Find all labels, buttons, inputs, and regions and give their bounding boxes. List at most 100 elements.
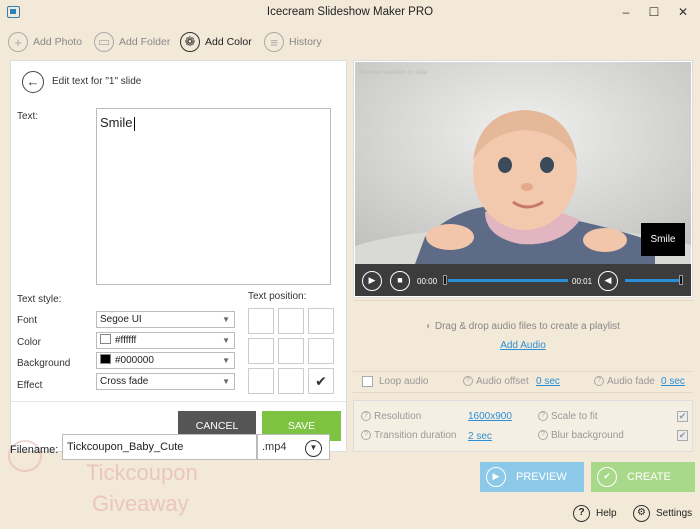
maximize-button[interactable]: ☐	[646, 4, 662, 20]
help-button[interactable]: ? Help	[573, 504, 617, 522]
palette-icon: ❁	[180, 32, 200, 52]
position-top-center[interactable]	[278, 308, 304, 334]
help-icon: ?	[538, 430, 548, 441]
blur-background-text: Blur background	[551, 430, 624, 441]
color-value: #ffffff	[115, 335, 137, 346]
preview-caption: Preview transition to slide	[359, 70, 428, 76]
back-arrow-icon[interactable]: ←	[22, 71, 44, 93]
history-label: History	[289, 36, 322, 48]
font-select[interactable]: Segoe UI ▼	[96, 311, 235, 328]
settings-label: Settings	[656, 507, 693, 519]
plus-icon: +	[8, 32, 28, 52]
preview-label: PREVIEW	[516, 471, 567, 483]
help-label: Help	[596, 507, 617, 519]
resolution-value[interactable]: 1600x900	[468, 411, 512, 422]
effect-label: Effect	[17, 380, 43, 391]
audio-fade-value[interactable]: 0 sec	[661, 376, 685, 387]
transition-duration-value[interactable]: 2 sec	[468, 431, 492, 442]
close-button[interactable]: ✕	[675, 4, 691, 20]
transition-duration-text: Transition duration	[374, 430, 457, 441]
gear-icon: ⚙	[633, 504, 650, 522]
extension-value: .mp4	[262, 441, 287, 453]
effect-value: Cross fade	[100, 376, 149, 387]
color-select[interactable]: #ffffff ▼	[96, 332, 235, 349]
output-settings-panel	[353, 400, 693, 452]
position-middle-center[interactable]	[278, 338, 304, 364]
add-photo-button[interactable]: + Add Photo	[8, 30, 82, 54]
text-position-label: Text position:	[248, 291, 307, 302]
minimize-button[interactable]: –	[618, 4, 634, 20]
play-icon[interactable]: ▶	[362, 271, 382, 291]
volume-icon[interactable]: ◀	[598, 271, 618, 291]
slide-text-input[interactable]: Smile	[96, 108, 331, 285]
volume-handle[interactable]	[679, 275, 683, 285]
font-label: Font	[17, 315, 38, 326]
audio-icon: ◐	[426, 321, 435, 332]
text-style-label: Text style:	[17, 294, 62, 305]
time-start: 00:00	[417, 277, 438, 286]
audio-fade-label: ? Audio fade	[594, 376, 655, 387]
settings-button[interactable]: ⚙ Settings	[633, 504, 692, 522]
create-button[interactable]: ✔ CREATE	[591, 462, 695, 492]
chevron-down-icon: ▼	[222, 315, 230, 324]
position-bottom-center[interactable]	[278, 368, 304, 394]
preview-button[interactable]: ▶ PREVIEW	[480, 462, 584, 492]
stop-icon[interactable]: ■	[390, 271, 410, 291]
position-top-right[interactable]	[308, 308, 334, 334]
scale-to-fit-checkbox[interactable]: ✔	[677, 411, 688, 422]
effect-select[interactable]: Cross fade ▼	[96, 373, 235, 390]
help-icon: ?	[538, 411, 548, 422]
chevron-down-icon: ▼	[222, 336, 230, 345]
slide-text-value: Smile	[100, 115, 133, 130]
position-middle-left[interactable]	[248, 338, 274, 364]
add-color-label: Add Color	[205, 36, 252, 48]
filename-input[interactable]	[62, 434, 257, 460]
add-color-button[interactable]: ❁ Add Color	[180, 30, 252, 54]
audio-drop-hint: ◐ Drag & drop audio files to create a pl…	[353, 321, 693, 332]
position-bottom-right[interactable]: ✔	[308, 368, 334, 394]
add-folder-button[interactable]: ▭ Add Folder	[94, 30, 170, 54]
add-photo-label: Add Photo	[33, 36, 83, 48]
resolution-text: Resolution	[374, 411, 422, 422]
help-icon: ?	[361, 430, 371, 441]
audio-drop-zone[interactable]	[353, 300, 693, 368]
font-value: Segoe UI	[100, 314, 142, 325]
audio-offset-value[interactable]: 0 sec	[536, 376, 560, 387]
audio-offset-label: ? Audio offset	[463, 376, 529, 387]
text-caret	[133, 116, 135, 131]
seek-bar[interactable]	[448, 279, 568, 282]
audio-offset-text: Audio offset	[476, 376, 529, 387]
loop-audio-checkbox[interactable]	[362, 376, 373, 387]
history-button[interactable]: ≡ History	[264, 30, 322, 54]
blur-background-label: ? Blur background	[538, 430, 624, 441]
help-icon: ?	[463, 376, 473, 387]
add-audio-link[interactable]: Add Audio	[353, 340, 693, 351]
history-icon: ≡	[264, 32, 284, 52]
play-icon: ▶	[486, 467, 506, 487]
time-end: 00:01	[572, 277, 593, 286]
chevron-down-icon[interactable]: ▼	[305, 440, 322, 457]
background-select[interactable]: #000000 ▼	[96, 352, 235, 369]
editor-title: Edit text for "1" slide	[52, 76, 142, 87]
question-icon: ?	[573, 504, 590, 522]
chevron-down-icon: ▼	[222, 356, 230, 365]
color-swatch	[100, 334, 111, 345]
text-overlay-preview: Smile	[641, 223, 685, 256]
resolution-label: ? Resolution	[361, 411, 421, 422]
filename-label: Filename:	[10, 444, 59, 456]
check-icon: ✔	[597, 467, 617, 487]
blur-background-checkbox[interactable]: ✔	[677, 430, 688, 441]
seek-handle[interactable]	[443, 275, 447, 285]
position-bottom-left[interactable]	[248, 368, 274, 394]
position-top-left[interactable]	[248, 308, 274, 334]
color-label: Color	[17, 337, 41, 348]
position-middle-right[interactable]	[308, 338, 334, 364]
folder-icon: ▭	[94, 32, 114, 52]
watermark-text-1: Tickcoupon	[86, 460, 198, 485]
background-swatch	[100, 354, 111, 365]
add-folder-label: Add Folder	[119, 36, 171, 48]
loop-audio-label: Loop audio	[379, 376, 429, 387]
background-label: Background	[17, 358, 71, 369]
background-value: #000000	[115, 355, 154, 366]
volume-slider[interactable]	[625, 279, 680, 282]
